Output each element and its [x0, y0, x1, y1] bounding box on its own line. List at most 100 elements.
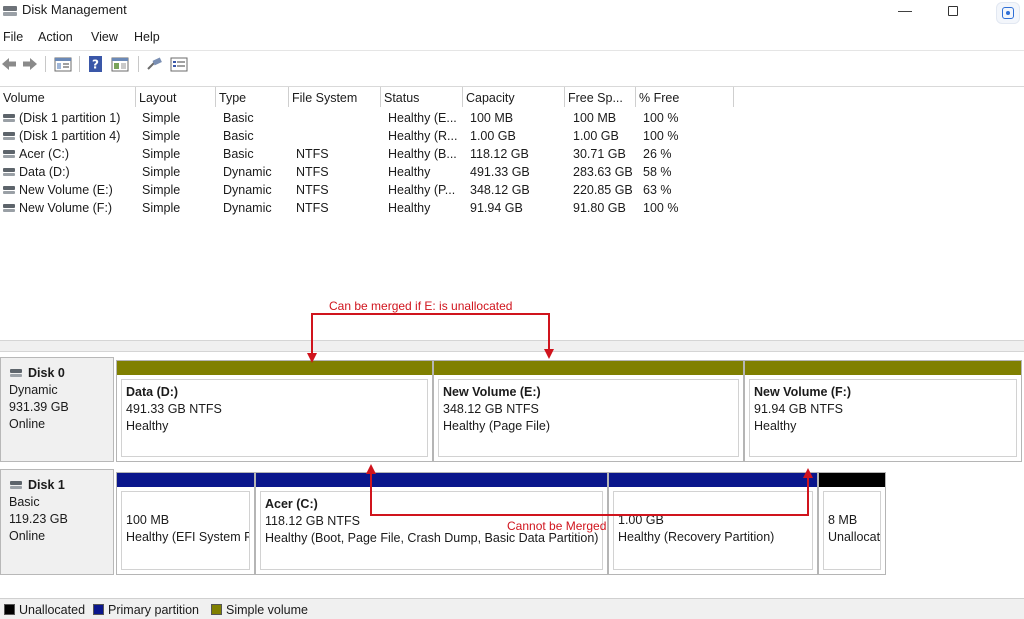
menu-view[interactable]: View — [91, 30, 118, 44]
screen-capture-icon[interactable] — [996, 2, 1020, 24]
legend-primary: Primary partition — [93, 602, 199, 618]
partition-color-bar — [256, 473, 607, 487]
drive-icon — [3, 185, 15, 194]
disk-size: 119.23 GB — [9, 512, 68, 526]
column-header-capacity[interactable]: Capacity — [463, 87, 565, 107]
drive-icon — [3, 131, 15, 140]
partition-details: 100 MB Healthy (EFI System P — [121, 491, 250, 570]
cell-type: Dynamic — [223, 201, 272, 215]
volume-row[interactable]: New Volume (F:) Simple Dynamic NTFS Heal… — [0, 199, 734, 217]
cell-file-system — [293, 109, 381, 127]
column-header-status[interactable]: Status — [381, 87, 463, 107]
volume-row[interactable]: Acer (C:) Simple Basic NTFS Healthy (B..… — [0, 145, 734, 163]
cell-file-system: NTFS — [296, 147, 329, 161]
cell-status: Healthy (P... — [388, 183, 456, 197]
volume-row[interactable]: (Disk 1 partition 1) Simple Basic Health… — [0, 109, 734, 127]
toolbar-separator — [45, 56, 46, 72]
volume-name: New Volume (E:) — [19, 183, 113, 197]
legend-label: Simple volume — [226, 603, 308, 617]
partition-status: Unallocat — [828, 530, 881, 544]
disk-size: 931.39 GB — [9, 400, 69, 414]
cell-percent-free: 63 % — [643, 183, 672, 197]
forward-arrow-icon[interactable] — [21, 55, 39, 73]
minimize-button[interactable]: — — [882, 0, 928, 22]
partition-color-bar — [434, 361, 743, 375]
disk-name: Disk 1 — [28, 478, 65, 492]
volume-row[interactable]: (Disk 1 partition 4) Simple Basic Health… — [0, 127, 734, 145]
partition-data-d[interactable]: Data (D:) 491.33 GB NTFS Healthy — [116, 360, 433, 462]
cell-type: Basic — [223, 111, 254, 125]
disk-icon — [10, 368, 22, 377]
cell-capacity: 491.33 GB — [470, 165, 530, 179]
partition-color-bar — [819, 473, 885, 487]
legend-simple: Simple volume — [211, 602, 308, 618]
volume-name: Data (D:) — [19, 165, 70, 179]
volume-name: Acer (C:) — [19, 147, 69, 161]
cell-free-space: 100 MB — [573, 111, 617, 125]
cell-percent-free: 100 % — [643, 129, 679, 143]
partition-color-bar — [117, 361, 432, 375]
cell-free-space: 91.80 GB — [573, 201, 626, 215]
volume-row[interactable]: Data (D:) Simple Dynamic NTFS Healthy 49… — [0, 163, 734, 181]
legend-label: Unallocated — [19, 603, 86, 617]
partition-color-bar — [117, 473, 254, 487]
column-header-percent-free[interactable]: % Free — [636, 87, 734, 107]
cell-type: Dynamic — [223, 183, 272, 197]
cell-layout: Simple — [142, 129, 181, 143]
maximize-button[interactable] — [930, 0, 976, 22]
pane-splitter[interactable] — [0, 340, 1024, 352]
column-header-volume[interactable]: Volume — [0, 87, 136, 107]
partition-color-bar — [609, 473, 817, 487]
partition-status: Healthy — [754, 419, 797, 433]
partition-size: 100 MB — [126, 513, 170, 527]
partition-new-volume-f[interactable]: New Volume (F:) 91.94 GB NTFS Healthy — [744, 360, 1022, 462]
window-title: Disk Management — [22, 2, 127, 17]
cell-layout: Simple — [142, 111, 181, 125]
menu-action[interactable]: Action — [38, 30, 73, 44]
disk-state: Online — [9, 529, 46, 543]
cell-percent-free: 100 % — [643, 111, 679, 125]
disk-state: Online — [9, 417, 46, 431]
column-header-type[interactable]: Type — [216, 87, 289, 107]
disk-icon — [10, 480, 22, 489]
properties-icon[interactable] — [53, 55, 73, 73]
volume-name: (Disk 1 partition 1) — [19, 111, 121, 125]
cell-status: Healthy (B... — [388, 147, 457, 161]
column-header-free-space[interactable]: Free Sp... — [565, 87, 636, 107]
disk-management-icon — [2, 3, 18, 17]
disk-1-label[interactable]: Disk 1 Basic 119.23 GB Online — [0, 469, 114, 575]
back-arrow-icon[interactable] — [0, 55, 18, 73]
legend-swatch — [93, 604, 104, 615]
connect-disk-icon[interactable] — [145, 55, 163, 73]
cell-volume: Acer (C:) — [0, 145, 136, 163]
partition-details: New Volume (F:) 91.94 GB NTFS Healthy — [749, 379, 1017, 457]
help-icon[interactable]: ? — [87, 55, 105, 73]
menu-help[interactable]: Help — [134, 30, 160, 44]
legend-unallocated: Unallocated — [4, 602, 85, 618]
cell-capacity: 118.12 GB — [470, 147, 529, 161]
partition-status: Healthy (Recovery Partition) — [618, 530, 775, 544]
console-tree-icon[interactable] — [110, 55, 130, 73]
partition-new-volume-e[interactable]: New Volume (E:) 348.12 GB NTFS Healthy (… — [433, 360, 744, 462]
partition-recovery[interactable]: 1.00 GB Healthy (Recovery Partition) — [608, 472, 818, 575]
disk-name: Disk 0 — [28, 366, 65, 380]
drive-icon — [3, 167, 15, 176]
cell-free-space: 30.71 GB — [573, 147, 626, 161]
list-view-icon[interactable] — [169, 55, 189, 73]
volume-row[interactable]: New Volume (E:) Simple Dynamic NTFS Heal… — [0, 181, 734, 199]
cell-percent-free: 58 % — [643, 165, 672, 179]
partition-size: 91.94 GB NTFS — [754, 402, 843, 416]
cell-volume: New Volume (F:) — [0, 199, 136, 217]
partition-color-bar — [745, 361, 1021, 375]
partition-unallocated[interactable]: 8 MB Unallocat — [818, 472, 886, 575]
partition-status: Healthy (EFI System P — [126, 530, 250, 544]
column-header-layout[interactable]: Layout — [136, 87, 216, 107]
column-header-file-system[interactable]: File System — [289, 87, 381, 107]
cell-type: Dynamic — [223, 165, 272, 179]
partition-name: New Volume (E:) — [443, 385, 541, 399]
partition-efi-system[interactable]: 100 MB Healthy (EFI System P — [116, 472, 255, 575]
menu-file[interactable]: File — [3, 30, 23, 44]
partition-details: New Volume (E:) 348.12 GB NTFS Healthy (… — [438, 379, 739, 457]
cell-file-system — [293, 127, 381, 145]
disk-0-label[interactable]: Disk 0 Dynamic 931.39 GB Online — [0, 357, 114, 462]
